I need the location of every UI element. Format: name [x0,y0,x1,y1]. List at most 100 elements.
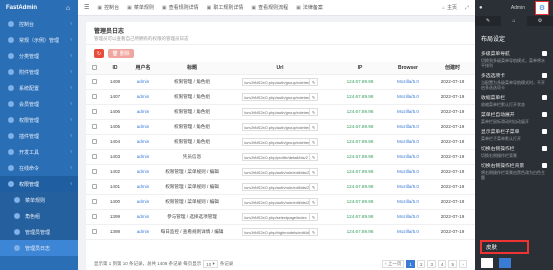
cell-ip[interactable]: 124.67.89.98 [334,164,386,180]
link-icon[interactable]: ✎ [310,137,318,146]
row-checkbox[interactable] [86,164,102,180]
sidebar-item[interactable]: 附件管理 ‹ [0,64,78,80]
tab-1[interactable]: ▣ 菜单规则 [127,4,154,12]
link-icon[interactable]: ✎ [310,77,318,86]
cell-username[interactable]: admin [128,149,158,165]
user-name[interactable]: Admin [511,5,525,11]
option-row[interactable]: 收缩菜单栏 [481,94,547,101]
col-header[interactable]: 标题 [158,62,226,75]
cell-browser[interactable]: Mozilla/5.0 [386,134,430,150]
sidebar-item[interactable]: 开发工具 ‹ [0,144,78,160]
link-icon[interactable]: ✎ [310,197,318,206]
sidebar-item[interactable]: 会员管理 ‹ [0,96,78,112]
cell-username[interactable]: admin [128,134,158,150]
cell-browser[interactable]: Mozilla/5.0 [386,104,430,120]
col-header[interactable]: Browser [386,62,430,75]
page-button[interactable]: 1 [406,260,415,268]
sidebar-item[interactable]: 插件管理 ‹ [0,128,78,144]
sidebar-item[interactable]: 权限管理 ‹ [0,112,78,128]
cell-ip[interactable]: 124.67.89.98 [334,209,386,225]
avatar-icon[interactable]: ● [479,5,483,11]
link-icon[interactable]: ✎ [310,212,318,221]
option-row[interactable]: 切换右侧操作栏 [481,145,547,152]
page-button[interactable]: 3 [427,260,436,268]
col-header[interactable]: Url [226,62,334,75]
link-icon[interactable]: ✎ [310,167,318,176]
sidebar-item[interactable]: 菜单规则 [0,192,78,208]
cell-username[interactable]: admin [128,119,158,135]
option-row[interactable]: 多选选项卡 [481,72,547,79]
option-checkbox[interactable] [542,73,547,78]
sidebar-item[interactable]: 分类管理 ‹ [0,48,78,64]
link-icon[interactable]: ✎ [310,92,318,101]
tab-0[interactable]: ▣ 控制台 [97,4,119,12]
row-checkbox[interactable] [86,209,102,225]
link-icon[interactable]: ✎ [310,122,318,131]
url-field[interactable]: /umJhNS2xO.php/auth/rule/edit/ids/28 [242,182,310,191]
option-row[interactable]: 显示菜单栏子菜单 [481,128,547,135]
row-checkbox[interactable] [86,194,102,210]
cell-ip[interactable]: 124.67.89.98 [334,224,386,240]
sidebar-item[interactable]: 系统配置 ‹ [0,80,78,96]
page-button[interactable]: ‹ 上一页 [382,260,405,268]
cell-username[interactable]: admin [128,164,158,180]
col-header[interactable]: 用户名 [128,62,158,75]
cell-ip[interactable]: 124.67.89.98 [334,74,386,90]
tab-2[interactable]: ▣ 查看规则详情 [162,4,199,12]
row-checkbox[interactable] [86,104,102,120]
cell-browser[interactable]: Mozilla/5.0 [386,119,430,135]
url-field[interactable]: /umJhNS2xO.php/auth/group/roletree [242,77,310,86]
sidebar-item[interactable]: 权限管理 ‹ [0,176,78,192]
cell-ip[interactable]: 124.67.89.98 [334,134,386,150]
url-field[interactable]: /umJhNS2xO.php/highmodels/edit/ids [242,227,310,236]
cell-browser[interactable]: Mozilla/5.0 [386,224,430,240]
cell-ip[interactable]: 124.67.89.98 [334,194,386,210]
sidebar-item[interactable]: 管理员管理 [0,224,78,240]
url-field[interactable]: /umJhNS2xO.php/auth/rule/edit/ids/28 [242,167,310,176]
skin-swatch[interactable] [499,258,511,268]
page-button[interactable]: › [459,260,467,268]
sidebar-item[interactable]: 在线命令 ‹ [0,160,78,176]
cell-browser[interactable]: Mozilla/5.0 [386,89,430,105]
settings-gear-icon[interactable]: ⚙ [535,1,549,15]
fullscreen-icon[interactable]: ⤢ [465,5,469,11]
link-icon[interactable]: ✎ [310,227,318,236]
url-field[interactable]: /umJhNS2xO.php/auth/group/roletree [242,137,310,146]
cell-ip[interactable]: 124.67.89.98 [334,89,386,105]
cell-ip[interactable]: 124.67.89.98 [334,179,386,195]
url-field[interactable]: /umJhNS2xO.php/auth/group/roletree [242,92,310,101]
cell-ip[interactable]: 124.67.89.98 [334,104,386,120]
sidebar-item[interactable]: 常规（示例）管理 ‹ [0,32,78,48]
sidebar-item[interactable]: 角色组 [0,208,78,224]
menu-toggle-icon[interactable]: ☰ [84,4,89,11]
cell-ip[interactable]: 124.67.89.98 [334,119,386,135]
cell-browser[interactable]: Mozilla/5.0 [386,149,430,165]
sidebar-item[interactable]: 控制台 ‹ [0,16,78,32]
wrench-tab-icon[interactable]: ✎ [475,16,501,26]
cell-username[interactable]: admin [128,194,158,210]
skin-swatch[interactable] [481,258,493,268]
page-button[interactable]: 2 [416,260,426,268]
home-link[interactable]: ⌂ 主页 [442,4,457,12]
cell-browser[interactable]: Mozilla/5.0 [386,179,430,195]
option-row[interactable]: 切换右侧操作栏背景 [481,162,547,169]
delete-button[interactable]: 🗑 删除 [108,49,134,58]
option-checkbox[interactable] [542,129,547,134]
link-icon[interactable]: ✎ [310,107,318,116]
url-field[interactable]: /umJhNS2xO.php/auth/rule/edit/ids/28 [242,197,310,206]
tab-3[interactable]: ▣ 职工规则详情 [207,4,244,12]
url-field[interactable]: /umJhNS2xO.php/profile/detail/ids/2 [242,152,310,161]
page-button[interactable]: 5 [448,260,457,268]
option-checkbox[interactable] [542,95,547,100]
row-checkbox[interactable] [86,149,102,165]
cell-ip[interactable]: 124.67.89.98 [334,149,386,165]
gear-tab-icon[interactable]: ⚙ [527,16,553,26]
link-icon[interactable]: ✎ [310,182,318,191]
skin-swatch[interactable] [517,258,529,268]
home-tab-icon[interactable]: ⌂ [501,16,527,26]
row-checkbox[interactable] [86,74,102,90]
option-checkbox[interactable] [542,51,547,56]
option-checkbox[interactable] [542,112,547,117]
option-checkbox[interactable] [542,146,547,151]
link-icon[interactable]: ✎ [310,152,318,161]
